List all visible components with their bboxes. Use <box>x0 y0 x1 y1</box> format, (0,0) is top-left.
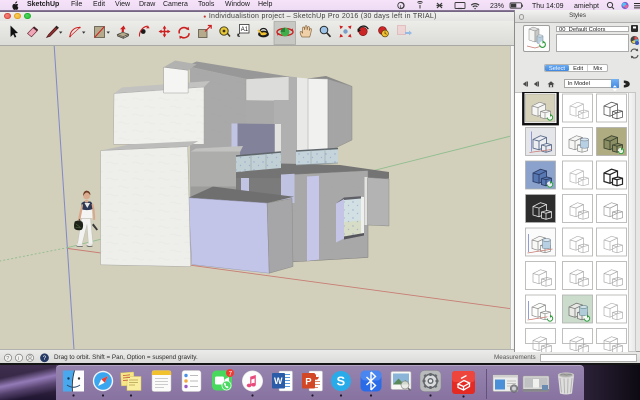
svg-text:amiehpt: amiehpt <box>574 3 599 10</box>
svg-text:W: W <box>274 376 283 386</box>
svg-text:Thu 14:09: Thu 14:09 <box>532 3 564 10</box>
svg-text:A1: A1 <box>241 27 249 33</box>
svg-text:?: ? <box>6 356 9 362</box>
svg-text:S: S <box>337 373 346 388</box>
svg-text:23%: 23% <box>490 3 504 10</box>
svg-text:7: 7 <box>229 370 233 377</box>
svg-text:i: i <box>18 356 19 362</box>
svg-text:P: P <box>305 376 312 387</box>
